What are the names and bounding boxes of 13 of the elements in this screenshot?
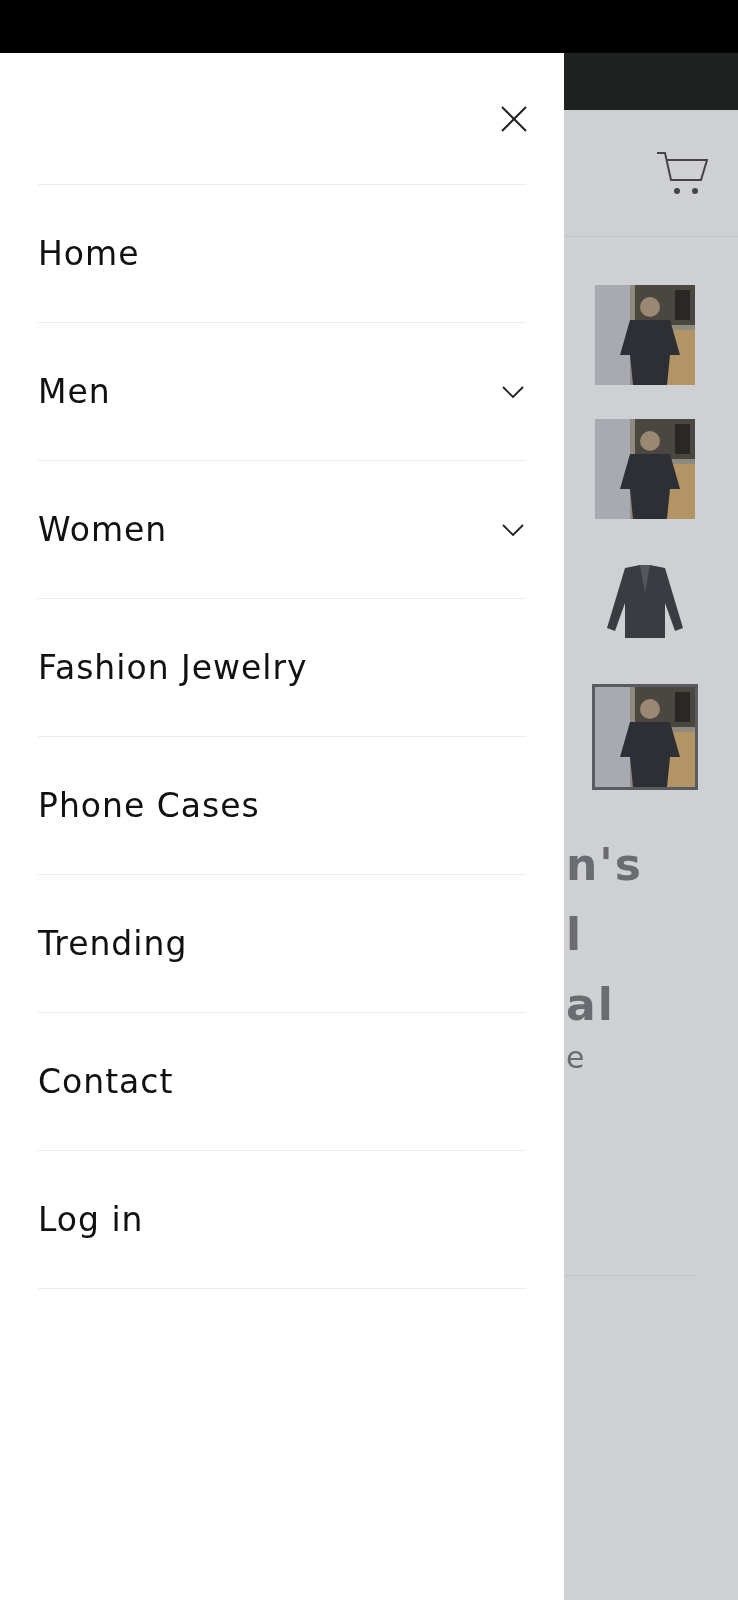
- menu-item[interactable]: Trending: [38, 875, 526, 1013]
- product-title: l: [566, 908, 584, 962]
- product-text: e: [566, 1040, 585, 1075]
- menu-item[interactable]: Log in: [38, 1151, 526, 1289]
- menu-item[interactable]: Home: [38, 185, 526, 323]
- menu-item[interactable]: Men: [38, 323, 526, 461]
- product-title: n's: [566, 838, 643, 892]
- menu-item[interactable]: Contact: [38, 1013, 526, 1151]
- cart-icon[interactable]: [656, 150, 708, 196]
- menu-item[interactable]: Phone Cases: [38, 737, 526, 875]
- menu-item[interactable]: Women: [38, 461, 526, 599]
- product-title: al: [566, 978, 615, 1032]
- menu-item[interactable]: Fashion Jewelry: [38, 599, 526, 737]
